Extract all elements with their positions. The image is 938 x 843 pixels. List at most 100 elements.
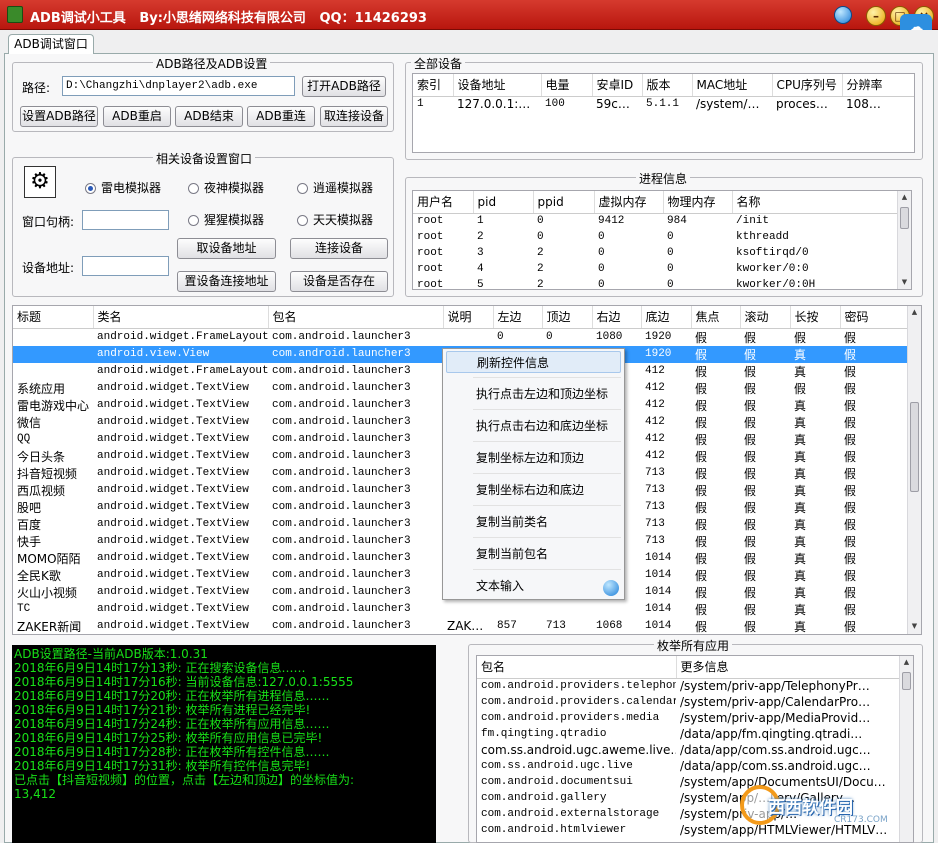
table-cell: 假 bbox=[695, 466, 708, 481]
set-adb-path-button[interactable]: 设置ADB路径 bbox=[20, 106, 98, 127]
adb-end-button[interactable]: ADB结束 bbox=[175, 106, 243, 127]
radio-yeshen[interactable]: 夜神模拟器 bbox=[188, 179, 264, 196]
table-cell bbox=[13, 328, 93, 346]
table-row[interactable]: root 1 0 9412 984/init bbox=[413, 213, 899, 229]
scroll-down-arrow[interactable]: ▼ bbox=[908, 620, 921, 633]
open-adb-path-button[interactable]: 打开ADB路径 bbox=[302, 76, 386, 97]
table-row[interactable]: fm.qingting.qtradio/data/app/fm.qingting… bbox=[477, 726, 901, 742]
column-header[interactable]: 虚拟内存 bbox=[594, 191, 664, 214]
table-row[interactable]: root 4 2 0 0 kworker/0:0 bbox=[413, 261, 899, 277]
scroll-up-arrow[interactable]: ▲ bbox=[900, 656, 913, 669]
table-cell: android.widget.TextView bbox=[97, 433, 249, 445]
adb-restart-button[interactable]: ADB重启 bbox=[103, 106, 171, 127]
table-cell: root bbox=[417, 279, 444, 290]
table-cell: 真 bbox=[794, 364, 807, 379]
table-row[interactable]: TC android.widget.TextView com.android.lau… bbox=[13, 601, 907, 618]
column-header[interactable]: 左边 bbox=[493, 306, 543, 329]
table-row[interactable]: android.widget.FrameLayout com.android.la… bbox=[13, 328, 907, 346]
column-header[interactable]: 用户名 bbox=[413, 191, 474, 214]
column-header[interactable]: 安卓ID bbox=[592, 74, 643, 97]
column-header[interactable]: 包名 bbox=[477, 656, 677, 679]
scroll-thumb[interactable] bbox=[902, 672, 911, 690]
adb-reconnect-button[interactable]: ADB重连 bbox=[247, 106, 315, 127]
table-cell: 1920 bbox=[641, 345, 691, 363]
scroll-up-arrow[interactable]: ▲ bbox=[898, 191, 911, 204]
devices-table[interactable]: 索引 设备地址 电量 安卓ID 版本 MAC地址 CPU序列号 分辨率 1 127.0.0.1:…… bbox=[412, 73, 915, 153]
table-cell: 1014 bbox=[645, 552, 672, 564]
scroll-down-arrow[interactable]: ▼ bbox=[898, 276, 911, 289]
table-row[interactable]: com.ss.android.ugc.live/data/app/com.ss.… bbox=[477, 758, 901, 774]
column-header[interactable]: 密码 bbox=[840, 306, 908, 329]
column-header[interactable]: 标题 bbox=[13, 306, 94, 329]
controls-scrollbar[interactable]: ▲ ▼ bbox=[907, 306, 921, 634]
column-header[interactable]: 类名 bbox=[93, 306, 269, 329]
scroll-thumb[interactable] bbox=[910, 402, 919, 492]
table-row[interactable]: root 2 0 0 0 kthreadd bbox=[413, 229, 899, 245]
column-header[interactable]: ppid bbox=[533, 191, 595, 214]
get-device-address-button[interactable]: 取设备地址 bbox=[177, 238, 276, 259]
tab-adb-debug[interactable]: ADB调试窗口 bbox=[8, 34, 94, 54]
menu-copy-right-bottom[interactable]: 复制坐标右边和底边 bbox=[446, 479, 621, 501]
disconnect-device-button[interactable]: 取连接设备 bbox=[320, 106, 388, 127]
column-header[interactable]: 电量 bbox=[541, 74, 593, 97]
menu-refresh-controls[interactable]: 刷新控件信息 bbox=[446, 351, 621, 373]
menu-copy-left-top[interactable]: 复制坐标左边和顶边 bbox=[446, 447, 621, 469]
column-header[interactable]: 长按 bbox=[790, 306, 841, 329]
title-bar[interactable]: ADB调试小工具 By:小思绪网络科技有限公司 QQ：11426293 – □ … bbox=[0, 0, 938, 30]
table-row[interactable]: root 3 2 0 0 ksoftirqd/0 bbox=[413, 245, 899, 261]
skin-button[interactable] bbox=[834, 6, 852, 24]
scroll-thumb[interactable] bbox=[900, 207, 909, 229]
menu-click-left-top[interactable]: 执行点击左边和顶边坐标 bbox=[446, 383, 621, 405]
menu-copy-package[interactable]: 复制当前包名 bbox=[446, 543, 621, 565]
column-header[interactable]: 底边 bbox=[641, 306, 692, 329]
column-header[interactable]: 索引 bbox=[413, 74, 454, 97]
table-row[interactable]: root 5 2 0 0 kworker/0:0H bbox=[413, 277, 899, 290]
table-row[interactable]: com.ss.android.ugc.aweme.live… /data/app/… bbox=[477, 742, 901, 758]
set-connect-address-button[interactable]: 置设备连接地址 bbox=[177, 271, 276, 292]
radio-tiantian[interactable]: 天天模拟器 bbox=[297, 211, 373, 228]
column-header[interactable]: 设备地址 bbox=[453, 74, 542, 97]
column-header[interactable]: 版本 bbox=[642, 74, 693, 97]
column-header[interactable]: 滚动 bbox=[740, 306, 791, 329]
adb-path-field[interactable]: D:\Changzhi\dnplayer2\adb.exe bbox=[62, 76, 295, 96]
column-header[interactable]: 名称 bbox=[732, 191, 900, 214]
table-cell: 0 bbox=[546, 331, 553, 343]
table-row[interactable]: com.android.providers.calendar/system/pr… bbox=[477, 694, 901, 710]
connect-device-button[interactable]: 连接设备 bbox=[290, 238, 388, 259]
radio-leidian[interactable]: 雷电模拟器 bbox=[85, 179, 161, 196]
table-row[interactable]: com.android.providers.telephony/system/p… bbox=[477, 678, 901, 694]
column-header[interactable]: 物理内存 bbox=[663, 191, 733, 214]
column-header[interactable]: 顶边 bbox=[542, 306, 593, 329]
menu-copy-classname[interactable]: 复制当前类名 bbox=[446, 511, 621, 533]
scroll-up-arrow[interactable]: ▲ bbox=[908, 306, 921, 319]
log-console[interactable]: ADB设置路径-当前ADB版本:1.0.31 2018年6月9日14时17分13… bbox=[12, 645, 436, 843]
column-header[interactable]: 包名 bbox=[268, 306, 444, 329]
menu-text-input[interactable]: 文本输入 bbox=[446, 575, 621, 597]
process-scrollbar[interactable]: ▲ ▼ bbox=[897, 191, 911, 289]
column-header[interactable]: 说明 bbox=[443, 306, 494, 329]
table-row[interactable]: 1 127.0.0.1:… 100 59c… 5.1.1/system/… proces…… bbox=[413, 96, 914, 112]
column-header[interactable]: pid bbox=[473, 191, 534, 214]
table-cell: 假 bbox=[844, 364, 857, 379]
target-gear-icon[interactable]: ⚙ bbox=[24, 166, 56, 198]
column-header[interactable]: 焦点 bbox=[691, 306, 741, 329]
process-table[interactable]: 用户名 pid ppid 虚拟内存 物理内存 名称 root 1 0 9412 984/init ro… bbox=[412, 190, 912, 290]
table-row[interactable]: com.android.providers.media/system/priv-… bbox=[477, 710, 901, 726]
column-header[interactable]: MAC地址 bbox=[692, 74, 773, 97]
device-exists-button[interactable]: 设备是否存在 bbox=[290, 271, 388, 292]
radio-tianshen[interactable]: 猩猩模拟器 bbox=[188, 211, 264, 228]
column-header[interactable]: 分辨率 bbox=[842, 74, 914, 97]
table-row[interactable]: Insandroid.widget.TextViewcom.android.la… bbox=[13, 635, 907, 636]
table-cell: com.android.launcher3 bbox=[272, 450, 411, 462]
radio-xiaoyao[interactable]: 逍遥模拟器 bbox=[297, 179, 373, 196]
table-cell: 假 bbox=[695, 534, 708, 549]
column-header[interactable]: 右边 bbox=[592, 306, 642, 329]
minimize-button[interactable]: – bbox=[866, 6, 886, 26]
table-cell: android.widget.TextView bbox=[97, 535, 249, 547]
window-handle-field[interactable] bbox=[82, 210, 169, 230]
device-address-field[interactable] bbox=[82, 256, 169, 276]
table-row[interactable]: ZAKER新闻 android.widget.TextView com.androi… bbox=[13, 618, 907, 635]
column-header[interactable]: 更多信息 bbox=[676, 656, 902, 679]
menu-click-right-bottom[interactable]: 执行点击右边和底边坐标 bbox=[446, 415, 621, 437]
column-header[interactable]: CPU序列号 bbox=[772, 74, 843, 97]
